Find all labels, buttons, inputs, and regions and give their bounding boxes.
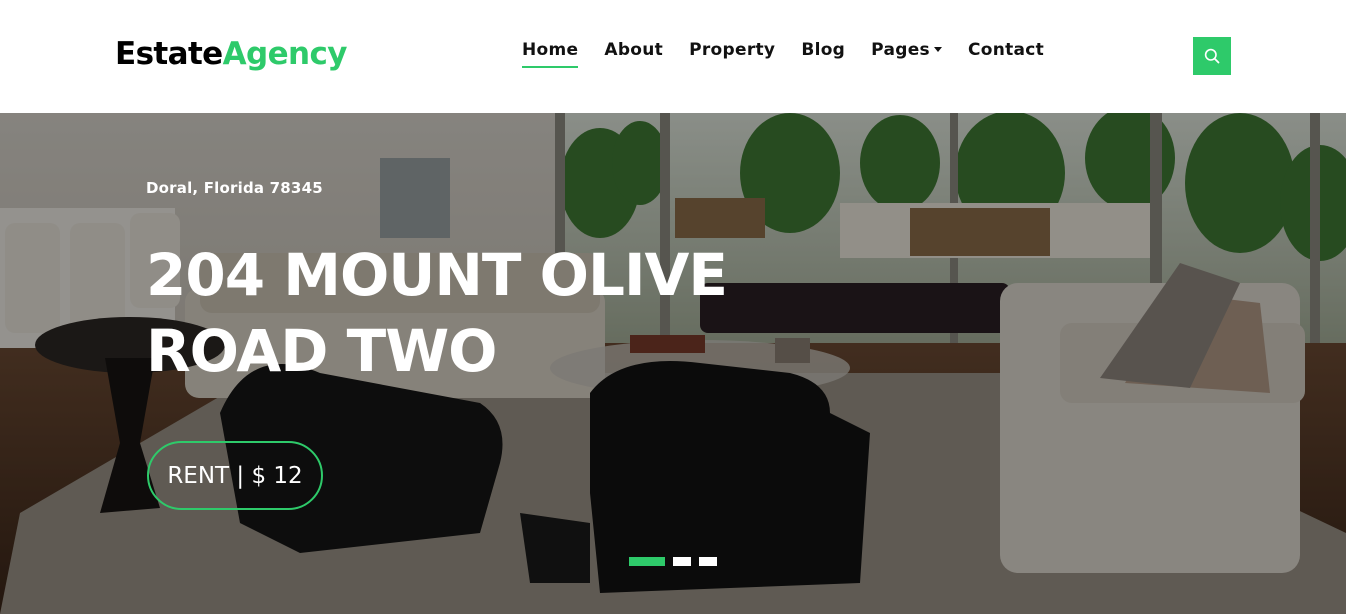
brand-part1: Estate (115, 36, 223, 72)
brand-logo[interactable]: EstateAgency (115, 36, 347, 72)
nav-item-pages-label: Pages (871, 40, 930, 60)
search-button[interactable] (1193, 37, 1231, 75)
carousel-dot-2[interactable] (673, 557, 691, 566)
price-label: RENT | $ 12 (167, 462, 303, 489)
main-nav: Home About Property Blog Pages Contact (522, 40, 1044, 68)
navbar: EstateAgency Home About Property Blog Pa… (0, 0, 1346, 113)
carousel-dot-1[interactable] (629, 557, 665, 566)
nav-item-about[interactable]: About (604, 40, 663, 68)
nav-item-home[interactable]: Home (522, 40, 579, 68)
chevron-down-icon (933, 47, 942, 52)
hero-title: 204 MOUNT OLIVE ROAD TWO (146, 237, 866, 389)
price-button[interactable]: RENT | $ 12 (147, 441, 323, 510)
carousel-indicators (629, 557, 717, 566)
nav-item-contact-label: Contact (967, 40, 1045, 60)
hero-carousel: Doral, Florida 78345 204 MOUNT OLIVE ROA… (0, 113, 1346, 614)
hero-title-line2: ROAD TWO (146, 317, 497, 385)
nav-item-about-label: About (604, 40, 664, 60)
nav-item-contact[interactable]: Contact (968, 40, 1044, 68)
hero-location: Doral, Florida 78345 (146, 179, 323, 197)
nav-item-property[interactable]: Property (689, 40, 775, 68)
hero-title-line1: 204 MOUNT OLIVE (146, 241, 728, 309)
nav-item-pages[interactable]: Pages (871, 40, 942, 68)
nav-item-home-label: Home (522, 40, 579, 60)
brand-part2: Agency (222, 36, 348, 72)
nav-item-blog-label: Blog (801, 40, 846, 60)
nav-item-property-label: Property (689, 40, 776, 60)
carousel-dot-3[interactable] (699, 557, 717, 566)
search-icon (1204, 48, 1220, 64)
nav-item-blog[interactable]: Blog (801, 40, 845, 68)
